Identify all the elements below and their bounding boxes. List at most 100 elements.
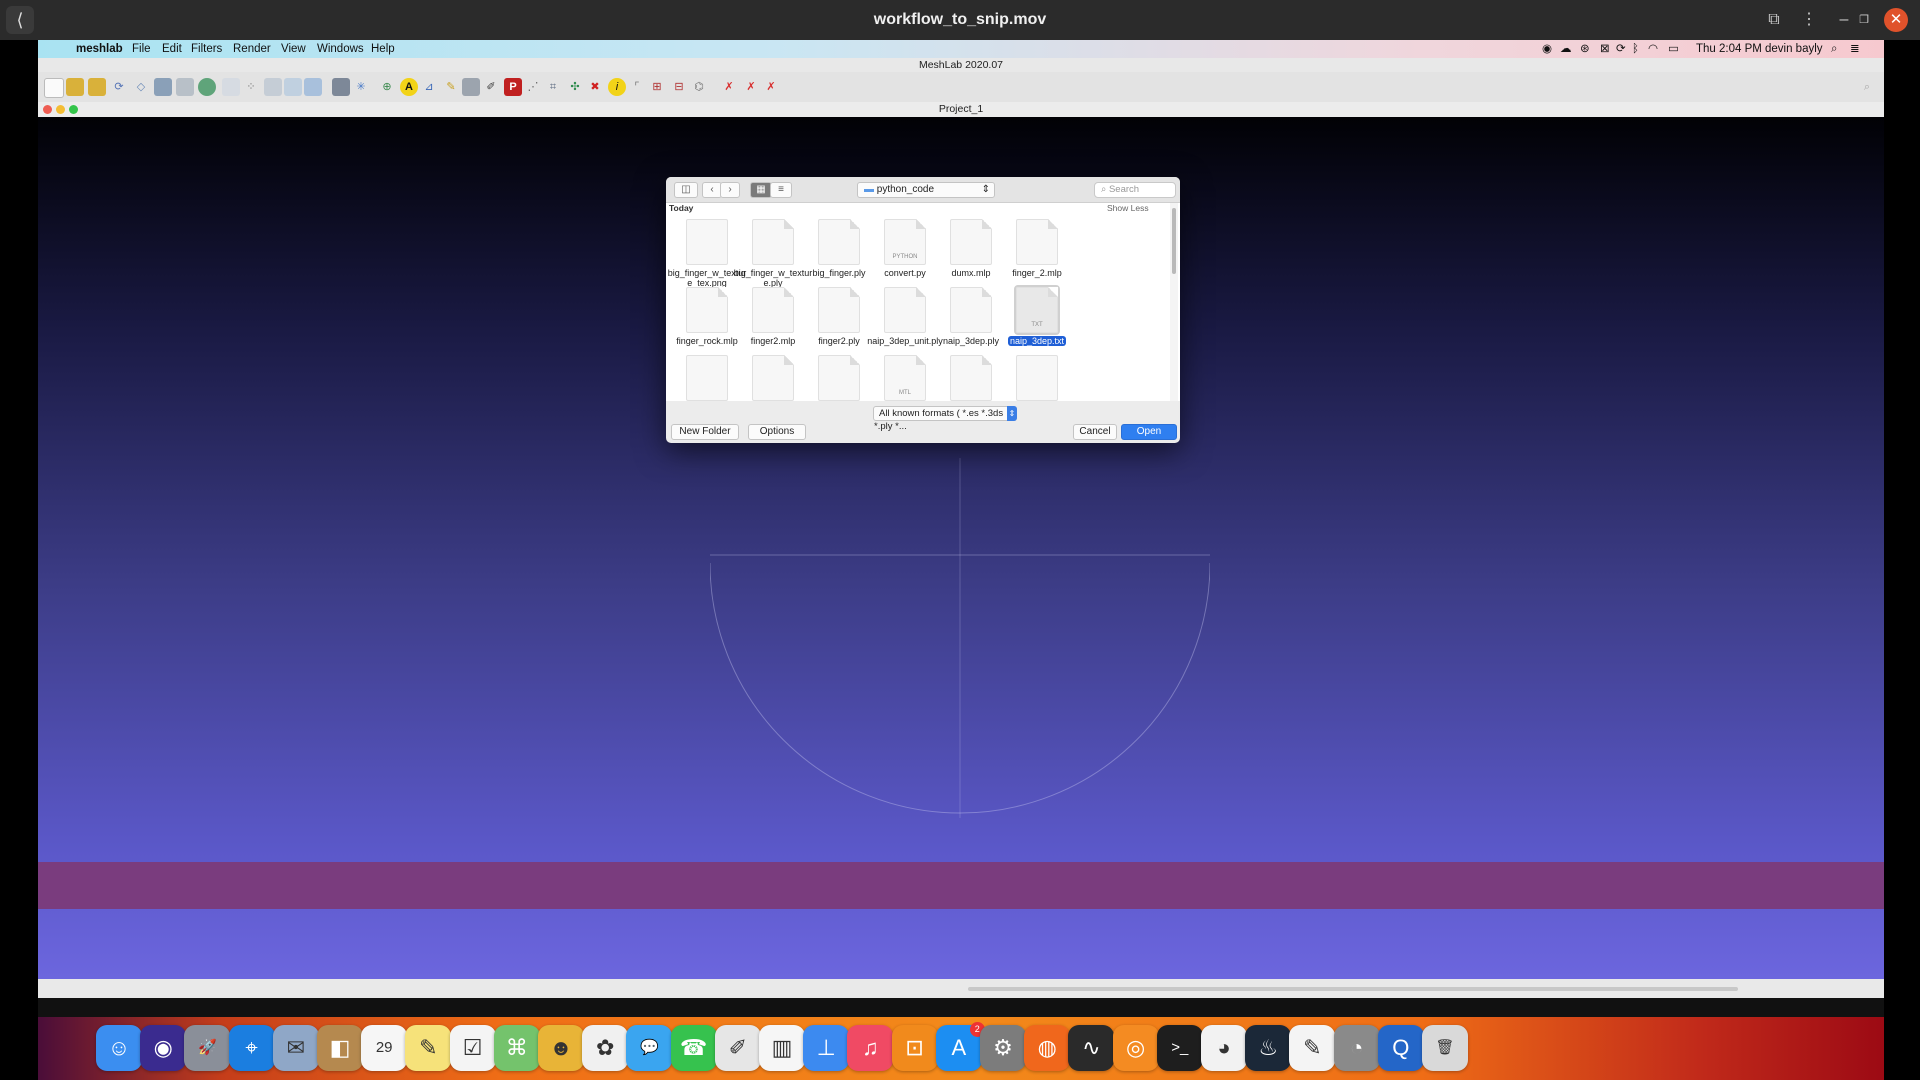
raster-icon[interactable]: ⊞ [648,78,666,96]
dock-icon-finder[interactable]: ☺ [96,1025,142,1071]
cut-icon[interactable]: ⌬ [690,78,708,96]
user-name[interactable]: devin bayly [1765,40,1823,58]
dock-icon-blender[interactable]: ◎ [1112,1025,1159,1071]
new-project-icon[interactable] [44,78,64,98]
trackball-icon[interactable]: ⊕ [378,78,396,96]
dock-icon-photo-booth[interactable]: ☻ [538,1025,584,1071]
open-project-icon[interactable] [66,78,84,96]
close-video-button[interactable]: ✕ [1884,8,1908,32]
dock-icon-contacts[interactable]: ◧ [317,1025,363,1071]
dock-icon-music[interactable]: ♫ [847,1025,894,1071]
dock-icon-maps[interactable]: ⌘ [493,1025,540,1071]
clock[interactable]: Thu 2:04 PM [1696,40,1762,58]
pencil-icon[interactable]: ✐ [482,78,500,96]
scrollbar-thumb[interactable] [1172,208,1176,274]
menu-render[interactable]: Render [233,40,271,58]
dock-icon-app-store[interactable]: A2 [935,1022,985,1071]
icon-view-icon[interactable]: ▦ [750,182,772,198]
search-toolbar-icon[interactable]: ⌕ [1858,78,1876,96]
close-window-button[interactable] [43,105,52,114]
delete-faces-icon[interactable]: ✗ [742,78,760,96]
dock-icon-quicktime[interactable]: Q [1377,1025,1424,1071]
battery-icon[interactable]: ▭ [1668,40,1679,58]
dock-icon-safari[interactable]: ⌖ [228,1025,275,1071]
mutual-info-icon[interactable]: ⊟ [670,78,688,96]
dock-icon-launchpad[interactable]: 🚀 [184,1025,231,1071]
dock-icon-system-preferences[interactable]: ⚙ [980,1025,1026,1071]
dock-icon-notes[interactable]: ✎ [405,1025,452,1071]
dock-icon-mail-bird[interactable]: ✉ [272,1025,319,1071]
flat-lines-icon[interactable] [284,78,302,96]
select-faces-icon[interactable] [462,78,480,96]
globe-icon[interactable] [198,78,216,96]
menu-edit[interactable]: Edit [162,40,182,58]
segment-icon[interactable]: ✣ [566,78,584,96]
brush-icon[interactable]: ✎ [442,78,460,96]
dock-icon-calendar[interactable]: 29 [361,1025,408,1071]
more-options-icon[interactable]: ⋮ [1797,8,1821,32]
back-icon[interactable]: ‹ [702,182,722,198]
horizontal-scrollbar[interactable] [968,987,1738,991]
layers-icon[interactable] [176,78,194,96]
wireframe-icon[interactable] [264,78,282,96]
list-view-icon[interactable]: ≡ [770,182,792,198]
quality-icon[interactable]: ⌜ [628,78,646,96]
spotlight-icon[interactable]: ⌕ [1831,40,1837,58]
paint-icon[interactable]: P [504,78,522,96]
dock-icon-messages[interactable]: 💬 [626,1025,673,1071]
dock-icon-trash[interactable]: 🗑 [1422,1025,1468,1071]
restore-icon[interactable]: ❐ [1852,8,1876,32]
dock-icon-terminal[interactable]: >_ [1156,1025,1203,1071]
dock-icon-preview[interactable]: ◔ [1333,1025,1380,1071]
pick-points-icon[interactable]: ⋰ [524,78,542,96]
flat-icon[interactable] [304,78,322,96]
menu-file[interactable]: File [132,40,151,58]
dock-icon-photos[interactable]: ✿ [582,1025,629,1071]
notification-center-icon[interactable]: ≣ [1850,40,1860,58]
points-icon[interactable]: ⁘ [242,78,260,96]
creative-cloud-icon[interactable]: ⊛ [1580,40,1590,58]
align-icon[interactable]: ⌗ [544,78,562,96]
file-item[interactable] [997,355,1077,401]
bluetooth-icon[interactable]: ᛒ [1632,40,1639,58]
info-icon[interactable]: i [608,78,626,96]
snapshot-icon[interactable] [154,78,172,96]
file-item[interactable]: finger_2.mlp [997,219,1077,278]
record-icon[interactable]: ◉ [1542,40,1552,58]
cast-icon[interactable]: ⧉ [1762,8,1786,32]
axes-icon[interactable]: ✳ [352,78,370,96]
dock-icon-steam[interactable]: ♨ [1245,1025,1292,1071]
search-input[interactable]: ⌕ Search [1094,182,1176,198]
dock-icon-reminders[interactable]: ☑ [449,1025,496,1071]
sync-icon[interactable]: ⟳ [1616,40,1626,58]
menu-view[interactable]: View [281,40,306,58]
file-format-select[interactable]: All known formats ( *.es *.3ds *.ply *..… [873,406,1017,432]
dock-icon-books[interactable]: ⊡ [891,1025,938,1071]
save-icon[interactable]: ◇ [132,78,150,96]
annotation-icon[interactable]: A [400,78,418,96]
reload-icon[interactable]: ⟳ [110,78,128,96]
location-popup[interactable]: ▬ python_code ⇕ [857,182,995,198]
smooth-icon[interactable] [332,78,350,96]
sidebar-toggle-icon[interactable]: ◫ [674,182,698,198]
cancel-button[interactable]: Cancel [1073,424,1117,440]
delete-vertices-icon[interactable]: ✗ [720,78,738,96]
show-less-link[interactable]: Show Less [1107,203,1149,213]
cloud-icon[interactable]: ☁ [1560,40,1572,58]
new-folder-button[interactable]: New Folder [671,424,739,440]
shield-icon[interactable]: ⊠ [1600,40,1610,58]
dock-icon-numbers[interactable]: ▥ [759,1025,805,1071]
dock-icon-firefox[interactable]: ◍ [1024,1025,1071,1071]
minimize-window-button[interactable] [56,105,65,114]
app-menu[interactable]: meshlab [76,40,123,58]
wifi-icon[interactable]: ◠ [1648,40,1658,58]
georef-icon[interactable]: ✖ [586,78,604,96]
file-item-selected[interactable]: TXT naip_3dep.txt [997,285,1077,346]
dock-icon-activity-monitor[interactable]: ∿ [1068,1025,1115,1071]
import-mesh-icon[interactable] [88,78,106,96]
dock-icon-keynote-news[interactable]: ✐ [714,1025,761,1071]
dock-icon-textedit[interactable]: ✎ [1289,1025,1336,1071]
menu-help[interactable]: Help [371,40,395,58]
dock-icon-keynote[interactable]: ⊥ [803,1025,850,1071]
menu-windows[interactable]: Windows [317,40,364,58]
